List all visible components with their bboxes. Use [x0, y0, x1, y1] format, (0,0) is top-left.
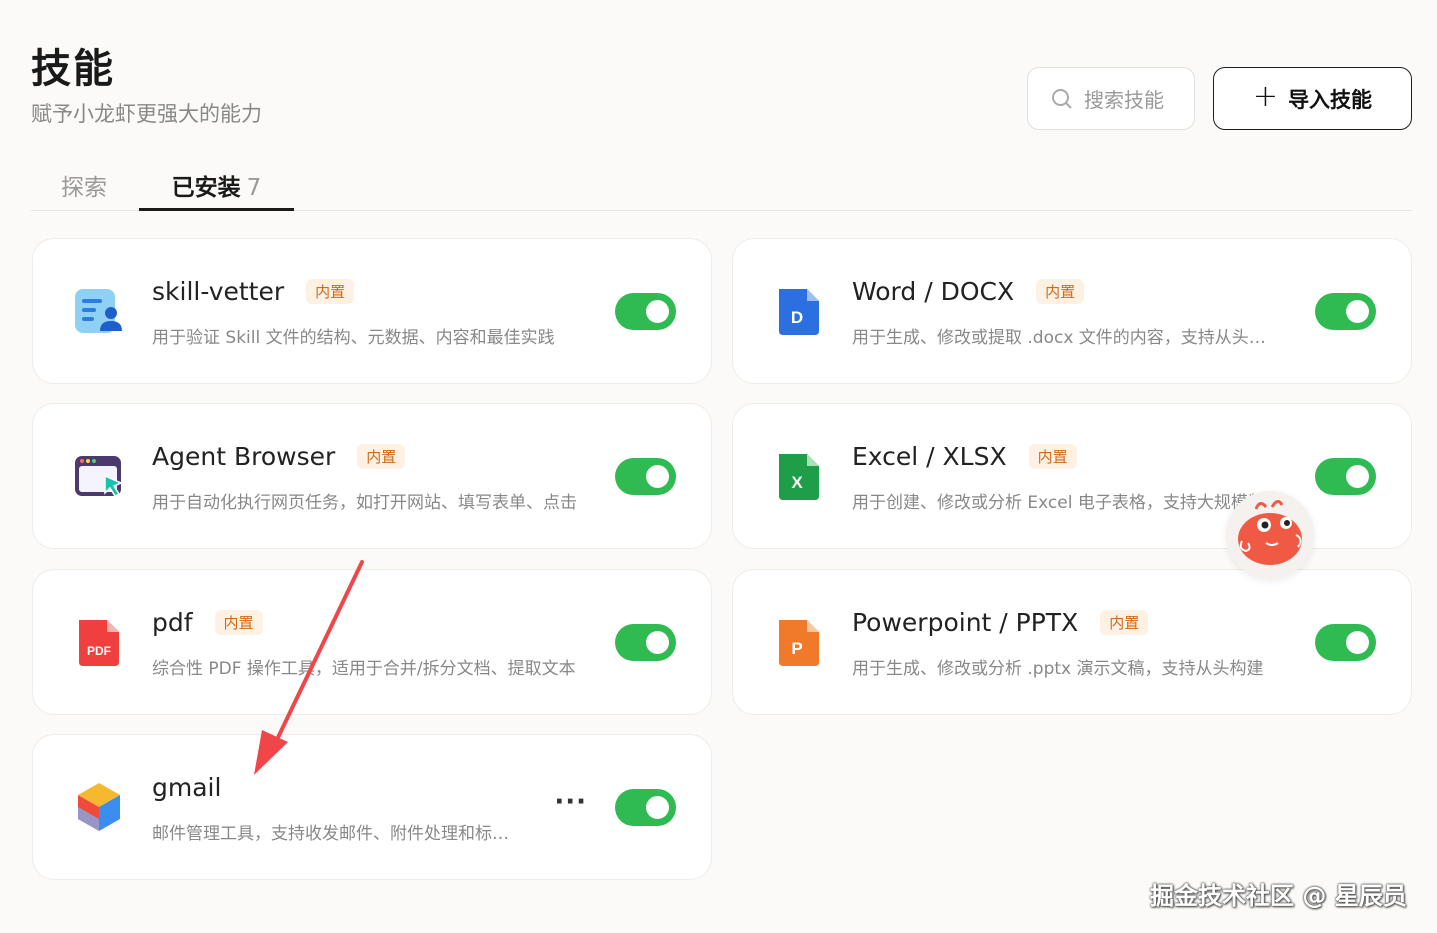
tab-installed-label: 已安装 — [171, 175, 241, 201]
builtin-badge: 内置 — [1036, 279, 1085, 304]
tab-explore[interactable]: 探索 — [61, 168, 107, 202]
word-icon: D — [779, 289, 819, 335]
skill-enabled-toggle[interactable] — [615, 624, 676, 661]
tab-installed-count: 7 — [246, 175, 262, 201]
skill-name-text: Word / DOCX — [852, 277, 1015, 306]
skill-name-text: skill-vetter — [152, 277, 285, 306]
builtin-badge: 内置 — [357, 444, 406, 469]
skill-enabled-toggle[interactable] — [615, 293, 676, 330]
skill-card-word-docx[interactable]: D Word / DOCX 内置 用于生成、修改或提取 .docx 文件的内容，… — [732, 238, 1412, 384]
vetter-icon — [75, 289, 122, 333]
skill-name-text: Powerpoint / PPTX — [852, 608, 1079, 637]
svg-text:D: D — [791, 308, 803, 327]
gmail-icon — [78, 783, 120, 831]
skill-card-skill-vetter[interactable]: skill-vetter 内置 用于验证 Skill 文件的结构、元数据、内容和… — [32, 238, 712, 384]
watermark: 掘金技术社区 @ 星辰员 — [1150, 882, 1407, 910]
search-icon — [1052, 88, 1072, 109]
tab-installed[interactable]: 已安装 7 — [139, 168, 294, 211]
svg-text:P: P — [791, 639, 802, 658]
skill-name-text: Agent Browser — [152, 442, 336, 471]
more-options-button[interactable]: ··· — [554, 787, 587, 817]
skill-description: 用于验证 Skill 文件的结构、元数据、内容和最佳实践 — [152, 328, 555, 348]
svg-text:X: X — [791, 473, 803, 492]
skill-description: 综合性 PDF 操作工具，适用于合并/拆分文档、提取文本 — [152, 659, 576, 679]
search-placeholder: 搜索技能 — [1084, 88, 1164, 112]
skill-name-text: pdf — [152, 608, 193, 637]
skill-description: 用于创建、修改或分析 Excel 电子表格，支持大规模数据 — [852, 493, 1282, 513]
builtin-badge: 内置 — [1028, 444, 1077, 469]
skill-name: gmail — [152, 773, 221, 802]
skill-enabled-toggle[interactable] — [1315, 458, 1376, 495]
skill-name: Powerpoint / PPTX 内置 — [852, 608, 1149, 637]
skill-enabled-toggle[interactable] — [615, 458, 676, 495]
skill-description: 用于自动化执行网页任务，如打开网站、填写表单、点击 — [152, 493, 577, 513]
skill-card-powerpoint-pptx[interactable]: P Powerpoint / PPTX 内置 用于生成、修改或分析 .pptx … — [732, 569, 1412, 715]
tab-bar: 探索 已安装 7 — [31, 160, 1412, 211]
skill-enabled-toggle[interactable] — [615, 789, 676, 826]
skill-description: 用于生成、修改或分析 .pptx 演示文稿，支持从头构建 — [852, 659, 1264, 679]
page-title: 技能 — [31, 46, 115, 92]
skill-name: pdf 内置 — [152, 608, 263, 637]
lobster-icon — [1238, 500, 1302, 565]
skill-name: Word / DOCX 内置 — [852, 277, 1085, 306]
skill-description: 邮件管理工具，支持收发邮件、附件处理和标签管理 — [152, 824, 522, 844]
builtin-badge: 内置 — [306, 279, 355, 304]
skill-card-pdf[interactable]: PDF pdf 内置 综合性 PDF 操作工具，适用于合并/拆分文档、提取文本 — [32, 569, 712, 715]
skill-card-agent-browser[interactable]: Agent Browser 内置 用于自动化执行网页任务，如打开网站、填写表单、… — [32, 403, 712, 549]
builtin-badge: 内置 — [214, 610, 263, 635]
skill-enabled-toggle[interactable] — [1315, 293, 1376, 330]
skill-description: 用于生成、修改或提取 .docx 文件的内容，支持从头构建 — [852, 328, 1282, 348]
svg-text:PDF: PDF — [87, 644, 111, 658]
excel-icon: X — [779, 454, 819, 500]
browser-icon — [75, 456, 123, 497]
skill-name: Excel / XLSX 内置 — [852, 442, 1077, 471]
skill-name-text: gmail — [152, 773, 222, 802]
lobster-mascot-button[interactable] — [1226, 491, 1314, 579]
pdf-icon: PDF — [79, 620, 119, 666]
import-skill-label: 导入技能 — [1288, 87, 1373, 112]
import-skill-button[interactable]: + 导入技能 — [1213, 67, 1412, 130]
plus-icon: + — [1252, 79, 1279, 114]
page-subtitle: 赋予小龙虾更强大的能力 — [31, 102, 262, 126]
skill-name: skill-vetter 内置 — [152, 277, 355, 306]
builtin-badge: 内置 — [1100, 610, 1149, 635]
skill-card-gmail[interactable]: gmail 邮件管理工具，支持收发邮件、附件处理和标签管理 ··· — [32, 734, 712, 880]
skill-enabled-toggle[interactable] — [1315, 624, 1376, 661]
ppt-icon: P — [779, 620, 819, 666]
skill-name-text: Excel / XLSX — [852, 442, 1007, 471]
skill-name: Agent Browser 内置 — [152, 442, 406, 471]
search-input[interactable]: 搜索技能 — [1027, 67, 1195, 130]
